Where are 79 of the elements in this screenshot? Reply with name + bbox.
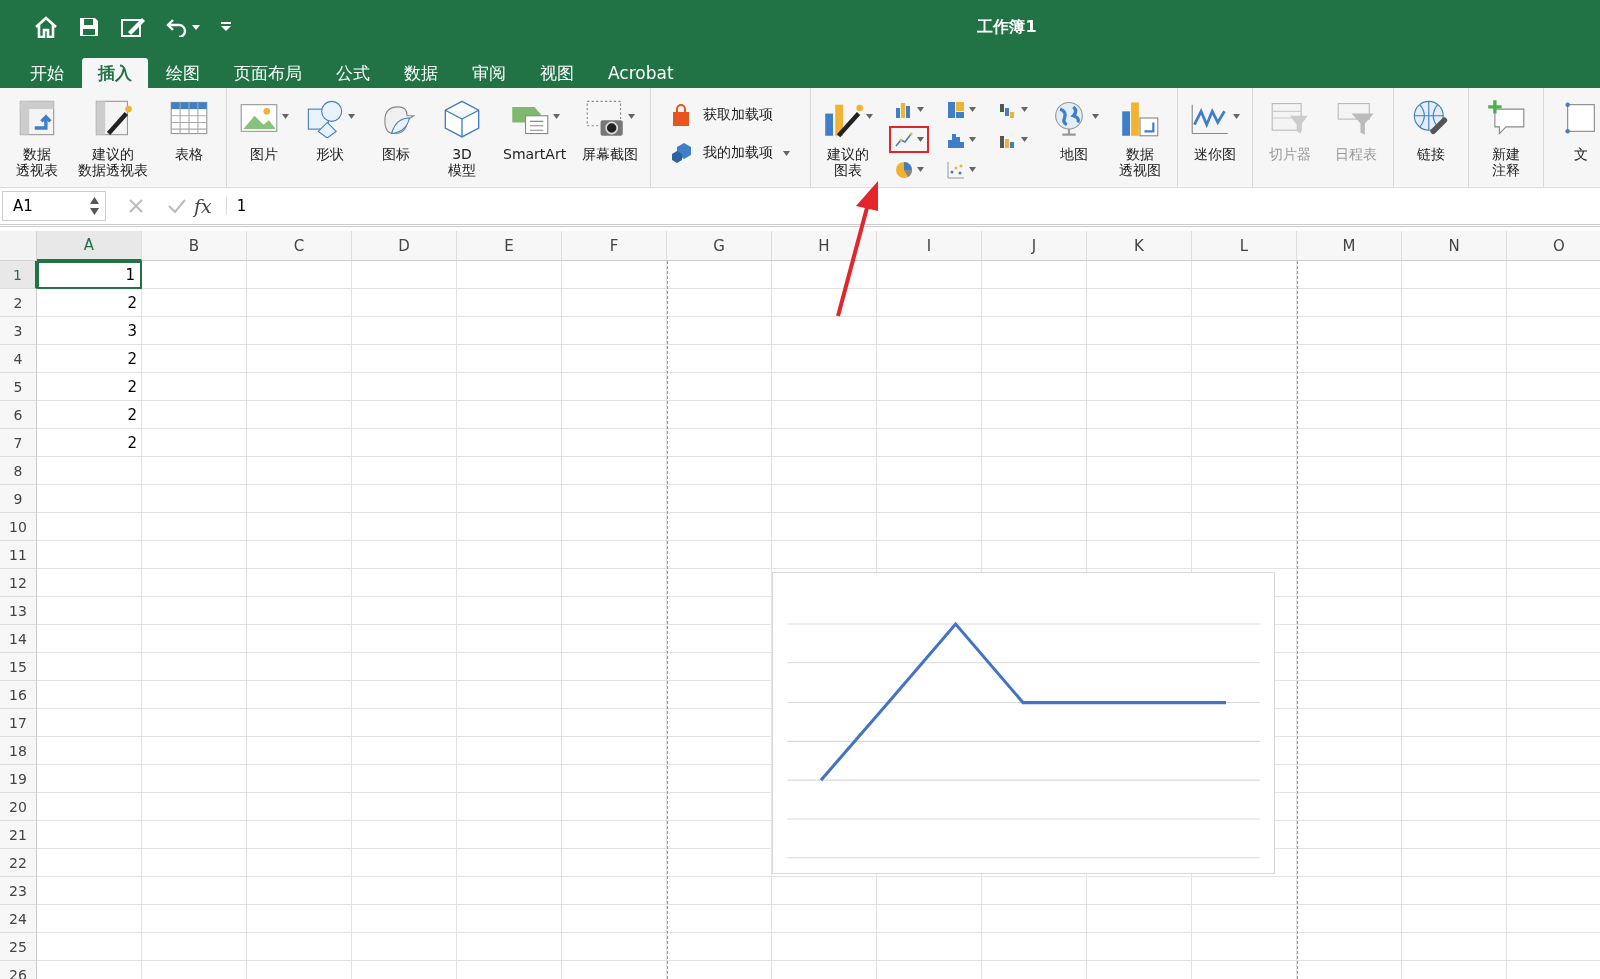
ribbon-button[interactable]: 形状: [299, 96, 361, 164]
ribbon-tab[interactable]: 绘图: [150, 58, 216, 88]
row-header[interactable]: 5: [0, 373, 37, 401]
column-header[interactable]: E: [457, 231, 562, 261]
row-header[interactable]: 12: [0, 569, 37, 597]
ribbon-button[interactable]: 新建 注释: [1475, 96, 1538, 180]
ribbon-button[interactable]: 地图: [1043, 96, 1106, 164]
row-header[interactable]: 22: [0, 849, 37, 877]
ribbon-button[interactable]: 3D 模型: [431, 96, 493, 180]
row-header[interactable]: 21: [0, 821, 37, 849]
column-header[interactable]: I: [877, 231, 982, 261]
row-header[interactable]: 1: [0, 261, 37, 289]
column-header[interactable]: O: [1507, 231, 1600, 261]
ribbon-button[interactable]: 建议的 图表: [817, 96, 880, 180]
table-cell[interactable]: 2: [37, 401, 142, 429]
column-header[interactable]: K: [1087, 231, 1192, 261]
column-header[interactable]: M: [1297, 231, 1402, 261]
table-cell[interactable]: 2: [37, 345, 142, 373]
row-header[interactable]: 15: [0, 653, 37, 681]
row-header[interactable]: 26: [0, 961, 37, 979]
ribbon-tab[interactable]: 视图: [524, 58, 590, 88]
column-header[interactable]: H: [772, 231, 877, 261]
column-header[interactable]: G: [667, 231, 772, 261]
ribbon-tab[interactable]: 审阅: [456, 58, 522, 88]
ribbon-button[interactable]: 数据 透视表: [6, 96, 68, 180]
function-button[interactable]: fx: [194, 195, 212, 217]
column-header[interactable]: D: [352, 231, 457, 261]
ribbon-button[interactable]: 表格: [158, 96, 220, 164]
ribbon-button[interactable]: 我的加载项: [663, 140, 799, 166]
table-cell[interactable]: 2: [37, 429, 142, 457]
row-header[interactable]: 11: [0, 541, 37, 569]
row-header[interactable]: 19: [0, 765, 37, 793]
ribbon-tab[interactable]: 页面布局: [218, 58, 318, 88]
row-header[interactable]: 16: [0, 681, 37, 709]
row-header[interactable]: 9: [0, 485, 37, 513]
name-box[interactable]: A1: [2, 191, 106, 221]
row-header[interactable]: 10: [0, 513, 37, 541]
row-header[interactable]: 6: [0, 401, 37, 429]
row-header[interactable]: 4: [0, 345, 37, 373]
table-cell[interactable]: 2: [37, 289, 142, 317]
formula-value: 1: [225, 197, 247, 215]
row-header[interactable]: 25: [0, 933, 37, 961]
ribbon-button[interactable]: 图片: [233, 96, 295, 164]
row-header[interactable]: 17: [0, 709, 37, 737]
row-header[interactable]: 23: [0, 877, 37, 905]
ribbon-button[interactable]: 迷你图: [1184, 96, 1247, 164]
table-cell[interactable]: 3: [37, 317, 142, 345]
ribbon-button[interactable]: 链接: [1400, 96, 1463, 164]
column-header[interactable]: L: [1192, 231, 1297, 261]
ribbon-button[interactable]: 建议的 数据透视表: [72, 96, 154, 180]
ribbon-tab[interactable]: 公式: [320, 58, 386, 88]
ribbon-button[interactable]: 图标: [365, 96, 427, 164]
column-header[interactable]: N: [1402, 231, 1507, 261]
row-header[interactable]: 2: [0, 289, 37, 317]
row-header[interactable]: 8: [0, 457, 37, 485]
ribbon-button[interactable]: 获取加载项: [663, 102, 799, 128]
column-header[interactable]: A: [37, 231, 142, 261]
row-header[interactable]: 24: [0, 905, 37, 933]
column-header[interactable]: J: [982, 231, 1087, 261]
column-header[interactable]: C: [247, 231, 352, 261]
row-header[interactable]: 20: [0, 793, 37, 821]
column-header[interactable]: F: [562, 231, 667, 261]
ribbon-tab[interactable]: 开始: [14, 58, 80, 88]
ribbon-button[interactable]: SmartArt: [497, 96, 573, 164]
table-cell[interactable]: 2: [37, 373, 142, 401]
row-header[interactable]: 3: [0, 317, 37, 345]
column-header[interactable]: B: [142, 231, 247, 261]
row-header[interactable]: 14: [0, 625, 37, 653]
row-header[interactable]: 18: [0, 737, 37, 765]
row-header[interactable]: 13: [0, 597, 37, 625]
ribbon-button[interactable]: 文: [1550, 96, 1600, 164]
ribbon-button[interactable]: 数据 透视图: [1109, 96, 1172, 180]
table-cell[interactable]: 1: [37, 261, 142, 289]
ribbon-tab[interactable]: Acrobat: [592, 58, 690, 88]
window-title: 工作簿1: [977, 16, 1037, 36]
row-header[interactable]: 7: [0, 429, 37, 457]
ribbon-button[interactable]: 屏幕截图: [576, 96, 645, 164]
ribbon-tab[interactable]: 插入: [82, 58, 148, 88]
ribbon-tab[interactable]: 数据: [388, 58, 454, 88]
